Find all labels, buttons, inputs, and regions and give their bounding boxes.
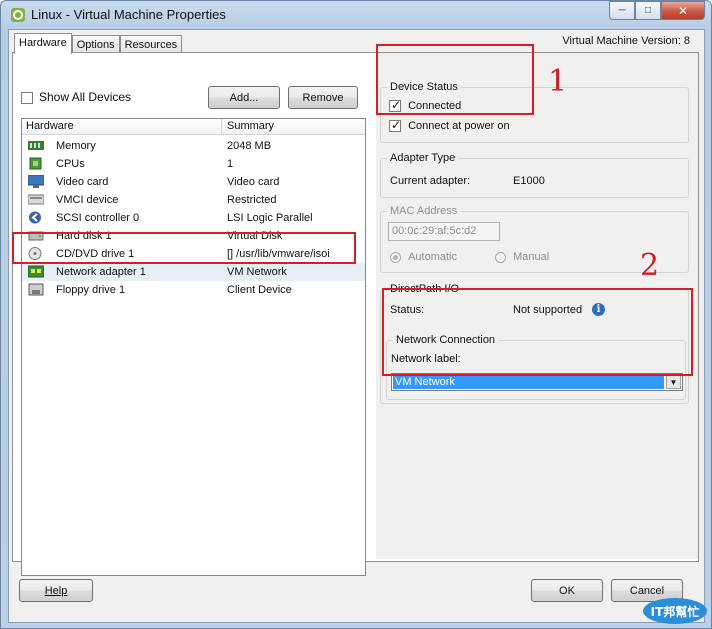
maximize-button[interactable]: □: [635, 1, 661, 20]
hardware-device-list[interactable]: Hardware Summary Memory 2048 MB CPUs 1 V…: [21, 118, 366, 576]
minimize-button[interactable]: ─: [609, 1, 635, 20]
mac-address-field[interactable]: 00:0c:29:af:5c:d2: [388, 222, 500, 241]
column-header-summary[interactable]: Summary: [227, 120, 274, 132]
connect-at-power-on-check[interactable]: ✓: [389, 118, 402, 133]
device-row-video-card[interactable]: Video card Video card: [22, 173, 365, 191]
svg-text:IT邦幫忙: IT邦幫忙: [651, 604, 700, 619]
manual-radio-dot[interactable]: [495, 251, 506, 263]
annotation-box-network-adapter: [12, 232, 356, 264]
close-icon: ✕: [677, 3, 689, 18]
device-name: SCSI controller 0: [56, 212, 140, 224]
device-name: Floppy drive 1: [56, 284, 126, 296]
annotation-box-device-status: [376, 44, 534, 115]
dropdown-arrow-icon[interactable]: ▼: [666, 375, 681, 389]
column-header-hardware[interactable]: Hardware: [26, 120, 74, 132]
tab-options[interactable]: Options: [71, 35, 120, 53]
show-all-devices-checkbox[interactable]: Show All Devices: [21, 90, 131, 104]
show-all-devices-check[interactable]: [21, 91, 33, 104]
manual-radio[interactable]: Manual: [495, 251, 549, 263]
device-name: Video card: [56, 176, 109, 188]
mac-address-value: 00:0c:29:af:5c:d2: [392, 225, 477, 237]
device-name: Memory: [56, 140, 96, 152]
manual-label: Manual: [513, 251, 550, 263]
vsphere-app-icon: [10, 7, 26, 23]
device-summary: 1: [227, 158, 234, 170]
device-name: Network adapter 1: [56, 266, 146, 278]
network-label-selected: VM Network: [393, 375, 664, 389]
device-summary: Client Device: [227, 284, 292, 296]
current-adapter-label: Current adapter:: [390, 175, 471, 187]
annotation-marker-2: 2: [640, 248, 660, 283]
device-summary: LSI Logic Parallel: [227, 212, 313, 224]
network-adapter-icon: [27, 265, 45, 278]
help-button-label: Help: [44, 584, 68, 597]
add-device-button[interactable]: Add...: [208, 86, 280, 109]
device-row-scsi-controller[interactable]: SCSI controller 0 LSI Logic Parallel: [22, 209, 365, 227]
automatic-label: Automatic: [408, 251, 457, 263]
maximize-icon: □: [644, 5, 652, 16]
connect-at-power-on-label: Connect at power on: [408, 120, 510, 132]
device-summary: Restricted: [227, 194, 277, 206]
memory-icon: [28, 139, 44, 152]
minimize-icon: ─: [618, 5, 626, 16]
mac-address-title: MAC Address: [387, 205, 461, 217]
scsi-controller-icon: [28, 211, 44, 224]
device-row-cpus[interactable]: CPUs 1: [22, 155, 365, 173]
device-summary: VM Network: [227, 266, 287, 278]
device-row-network-adapter[interactable]: Network adapter 1 VM Network: [22, 263, 365, 281]
device-row-floppy-drive[interactable]: Floppy drive 1 Client Device: [22, 281, 365, 299]
adapter-type-title: Adapter Type: [387, 152, 459, 164]
device-summary: 2048 MB: [227, 140, 272, 152]
device-name: VMCI device: [56, 194, 119, 206]
device-row-memory[interactable]: Memory 2048 MB: [22, 137, 365, 155]
ok-button[interactable]: OK: [531, 579, 603, 602]
annotation-marker-1: 1: [548, 64, 568, 99]
device-row-vmci-device[interactable]: VMCI device Restricted: [22, 191, 365, 209]
remove-device-button[interactable]: Remove: [288, 86, 358, 109]
close-button[interactable]: ✕: [661, 1, 705, 20]
window-controls: ─ □ ✕: [609, 1, 705, 20]
device-summary: Video card: [227, 176, 280, 188]
current-adapter-value: E1000: [513, 175, 545, 187]
annotation-box-network-connection: [382, 288, 693, 376]
check-mark-icon: ✓: [391, 118, 402, 133]
cpu-icon: [28, 157, 44, 170]
title-bar[interactable]: Linux - Virtual Machine Properties ─ □ ✕: [1, 1, 711, 29]
help-button[interactable]: Help: [19, 579, 93, 602]
tab-hardware[interactable]: Hardware: [14, 33, 72, 54]
vm-version-label: Virtual Machine Version: 8: [562, 35, 690, 47]
video-card-icon: [27, 174, 45, 188]
connect-at-power-on-checkbox[interactable]: ✓ Connect at power on: [389, 118, 510, 133]
vmci-device-icon: [27, 193, 45, 206]
tab-strip: Hardware Options Resources: [14, 33, 183, 54]
tab-resources[interactable]: Resources: [119, 35, 183, 53]
automatic-radio-dot[interactable]: [390, 251, 401, 263]
show-all-devices-label: Show All Devices: [39, 90, 132, 104]
ithome-watermark: IT邦幫忙: [642, 596, 708, 626]
column-separator[interactable]: [221, 119, 222, 135]
window-title: Linux - Virtual Machine Properties: [31, 7, 226, 22]
floppy-drive-icon: [28, 283, 44, 296]
device-list-header: Hardware Summary: [22, 119, 365, 135]
adapter-type-group: Adapter Type Current adapter: E1000: [380, 152, 689, 198]
automatic-radio[interactable]: Automatic: [390, 251, 457, 263]
device-name: CPUs: [56, 158, 85, 170]
